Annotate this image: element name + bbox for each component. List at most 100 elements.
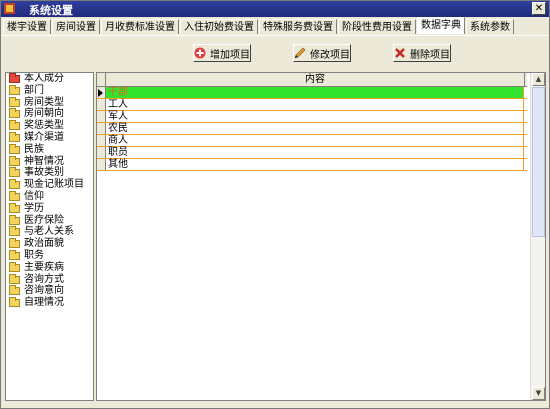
tree-item-major-illness[interactable]: 主要疾病 <box>6 261 93 274</box>
table-cell[interactable]: 农民 <box>106 123 524 134</box>
title-bar[interactable]: 系统设置 ✕ <box>1 1 549 17</box>
tree-item-label: 主要疾病 <box>24 261 64 273</box>
table-cell[interactable]: 职员 <box>106 147 524 158</box>
tree-item-education[interactable]: 学历 <box>6 202 93 215</box>
table-row[interactable]: 军人 <box>97 111 527 123</box>
table-row[interactable]: 商人 <box>97 135 527 147</box>
folder-icon <box>9 214 20 225</box>
folder-icon <box>9 190 20 201</box>
tree-item-label: 职务 <box>24 249 44 261</box>
tree-item-position[interactable]: 职务 <box>6 249 93 262</box>
pencil-icon <box>294 47 306 59</box>
scroll-down-button[interactable]: ▼ <box>532 387 545 400</box>
folder-icon <box>9 143 20 154</box>
tree-item-label: 自理情况 <box>24 297 64 309</box>
delete-item-label: 删除项目 <box>410 49 450 61</box>
tree-item-inquiry-intent[interactable]: 咨询意向 <box>6 285 93 297</box>
tree-item-ethnicity[interactable]: 民族 <box>6 143 93 156</box>
tree-item-mental-state[interactable]: 神智情况 <box>6 155 93 168</box>
folder-icon <box>9 249 20 260</box>
tree-item-label: 事故类别 <box>24 167 64 179</box>
tab-monthly-fee-settings[interactable]: 月收费标准设置 <box>101 19 179 34</box>
close-button[interactable]: ✕ <box>532 2 546 15</box>
tab-stage-fee-settings[interactable]: 阶段性费用设置 <box>338 19 416 34</box>
tree-item-self-care-status[interactable]: 自理情况 <box>6 297 93 309</box>
table-cell[interactable]: 其他 <box>106 159 524 170</box>
tree-item-reward-penalty-type[interactable]: 奖惩类型 <box>6 120 93 132</box>
add-item-label: 增加项目 <box>210 49 250 61</box>
delete-item-button[interactable]: 删除项目 <box>393 44 451 62</box>
table-cell[interactable]: 工人 <box>106 99 524 110</box>
table-cell[interactable]: 干部 <box>106 87 524 98</box>
row-indicator[interactable] <box>97 159 106 170</box>
folder-icon <box>9 238 20 249</box>
tree-item-label: 现金记账项目 <box>24 179 84 191</box>
tab-special-service-fee-settings[interactable]: 特殊服务费设置 <box>259 19 337 34</box>
tree-item-label: 与老人关系 <box>24 226 74 238</box>
tab-divider <box>1 35 549 36</box>
table-row[interactable]: 职员 <box>97 147 527 159</box>
tree-item-label: 学历 <box>24 202 44 214</box>
folder-open-icon <box>9 73 20 83</box>
settings-window: 系统设置 ✕ 楼宇设置 房间设置 月收费标准设置 入住初始费设置 特殊服务费设置… <box>0 0 550 409</box>
folder-icon <box>9 273 20 284</box>
tree-item-media-channel[interactable]: 媒介渠道 <box>6 131 93 144</box>
tab-data-dictionary[interactable]: 数据字典 <box>417 17 465 34</box>
column-header-content[interactable]: 内容 <box>106 73 525 86</box>
app-icon <box>4 3 15 14</box>
folder-icon <box>9 285 20 296</box>
tree-item-label: 本人成分 <box>24 73 64 84</box>
tree-item-personal-status[interactable]: 本人成分 <box>6 73 93 85</box>
scroll-up-button[interactable]: ▲ <box>532 73 545 86</box>
row-indicator[interactable] <box>97 87 106 98</box>
tree-item-label: 神智情况 <box>24 155 64 167</box>
current-row-arrow-icon <box>98 89 103 97</box>
vertical-scrollbar[interactable]: ▲ ▼ <box>530 73 545 400</box>
scroll-thumb[interactable] <box>532 87 545 237</box>
tree-item-label: 信仰 <box>24 190 44 202</box>
tab-room-settings[interactable]: 房间设置 <box>52 19 100 34</box>
tab-building-settings[interactable]: 楼宇设置 <box>3 19 51 34</box>
table-row[interactable]: 干部 <box>97 87 527 99</box>
table-cell[interactable]: 商人 <box>106 135 524 146</box>
tree-item-political-status[interactable]: 政治面貌 <box>6 238 93 250</box>
dictionary-grid[interactable]: 内容 干部 工人 军人 农民 商人 职员 其他 ▲ ▼ <box>96 72 546 401</box>
tree-item-label: 媒介渠道 <box>24 131 64 143</box>
folder-icon <box>9 261 20 272</box>
folder-icon <box>9 131 20 142</box>
folder-icon <box>9 96 20 107</box>
folder-icon <box>9 108 20 119</box>
table-row[interactable]: 其他 <box>97 159 527 171</box>
dictionary-category-tree[interactable]: 本人成分 部门 房间类型 房间朝向 奖惩类型 媒介渠道 民族 神智情况 事故类别… <box>5 72 94 401</box>
tree-item-inquiry-method[interactable]: 咨询方式 <box>6 273 93 286</box>
tree-item-room-type[interactable]: 房间类型 <box>6 96 93 109</box>
table-row[interactable]: 工人 <box>97 99 527 111</box>
tree-item-label: 民族 <box>24 143 44 155</box>
table-row[interactable]: 农民 <box>97 123 527 135</box>
window-title: 系统设置 <box>29 4 73 17</box>
tree-item-department[interactable]: 部门 <box>6 84 93 97</box>
folder-icon <box>9 226 20 237</box>
folder-icon <box>9 167 20 178</box>
row-indicator[interactable] <box>97 111 106 122</box>
row-indicator[interactable] <box>97 99 106 110</box>
tree-item-accident-category[interactable]: 事故类别 <box>6 167 93 179</box>
tree-item-room-orientation[interactable]: 房间朝向 <box>6 108 93 120</box>
tree-item-label: 部门 <box>24 84 44 96</box>
table-cell[interactable]: 军人 <box>106 111 524 122</box>
row-indicator[interactable] <box>97 135 106 146</box>
folder-icon <box>9 120 20 131</box>
tree-item-cash-account-item[interactable]: 现金记账项目 <box>6 179 93 191</box>
tab-system-parameters[interactable]: 系统参数 <box>466 19 514 34</box>
edit-item-button[interactable]: 修改项目 <box>293 44 351 62</box>
row-indicator[interactable] <box>97 123 106 134</box>
tree-item-medical-insurance[interactable]: 医疗保险 <box>6 214 93 227</box>
tab-initial-fee-settings[interactable]: 入住初始费设置 <box>180 19 258 34</box>
tree-item-label: 政治面貌 <box>24 238 64 250</box>
add-icon <box>194 47 206 59</box>
tree-item-relation-to-elder[interactable]: 与老人关系 <box>6 226 93 238</box>
tab-strip: 楼宇设置 房间设置 月收费标准设置 入住初始费设置 特殊服务费设置 阶段性费用设… <box>3 17 515 35</box>
row-indicator[interactable] <box>97 147 106 158</box>
tree-item-religion[interactable]: 信仰 <box>6 190 93 203</box>
add-item-button[interactable]: 增加项目 <box>193 44 251 62</box>
